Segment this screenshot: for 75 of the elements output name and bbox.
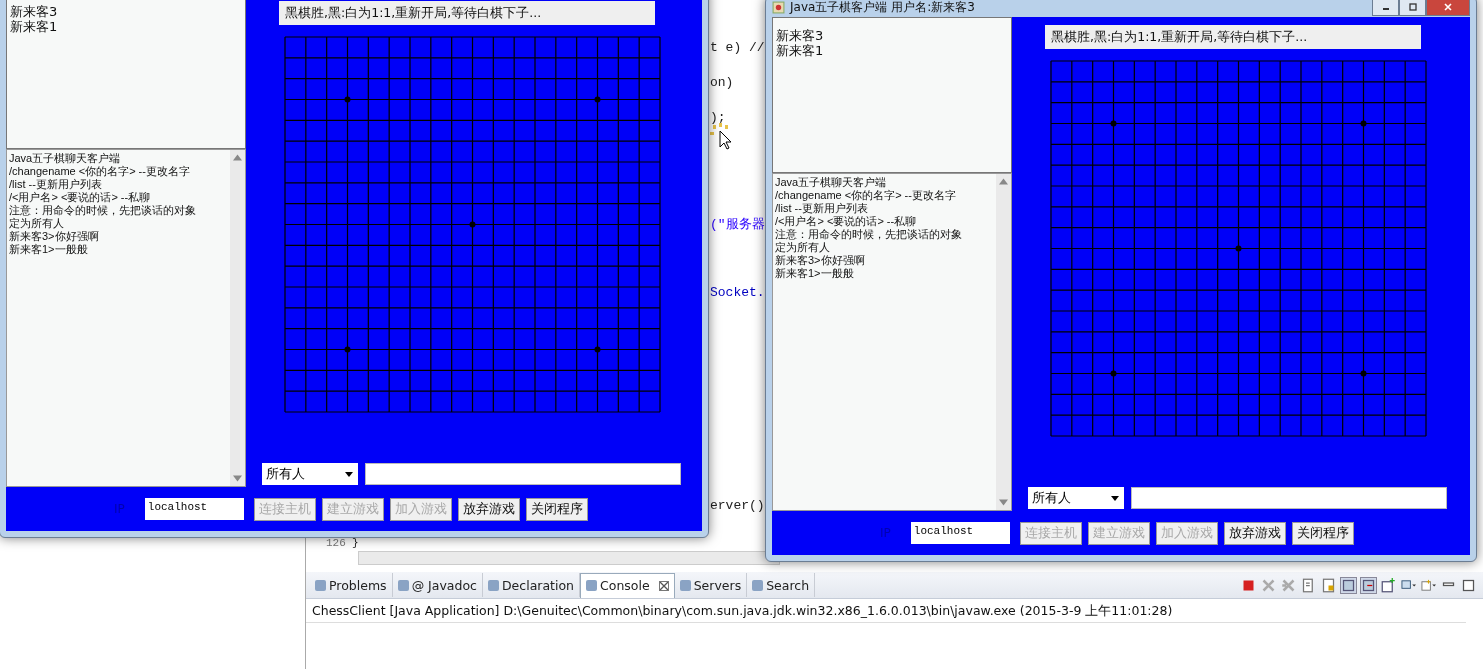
busy-cursor-icon [710, 123, 734, 151]
message-input[interactable] [1131, 487, 1447, 509]
user-list-item[interactable]: 新来客1 [10, 19, 242, 34]
remove-icon[interactable] [1261, 577, 1276, 593]
recipient-dropdown[interactable]: 所有人 [262, 463, 358, 485]
maximize-icon [1407, 2, 1418, 12]
vertical-scrollbar[interactable] [996, 174, 1011, 510]
user-list[interactable]: 新来客3 新来客1 [6, 0, 246, 149]
chat-message: Java五子棋聊天客户端 [9, 152, 122, 165]
close-icon [1443, 2, 1453, 12]
chat-message: /list --更新用户列表 [9, 178, 103, 191]
console-header: ChessClient [Java Application] D:\Genuitec\Common\binary\com.sun.java.jdk.win32.x86_1.6.0.013\bin\javaw.exe (2015-3-9 上午11:01:28) [311, 602, 1174, 620]
recipient-dropdown[interactable]: 所有人 [1028, 487, 1124, 509]
action-button[interactable]: 关闭程序 [525, 497, 588, 521]
chat-message: 新来客3>你好强啊 [775, 254, 866, 267]
code-line: erver() [710, 498, 765, 513]
user-list-item[interactable]: 新来客3 [776, 28, 1008, 43]
code-line: Socket. [710, 285, 765, 300]
user-list[interactable]: 新来客3 新来客1 [772, 17, 1012, 173]
status-message: 黑棋胜,黑:白为1:1,重新开局,等待白棋下子... [279, 1, 655, 25]
chat-message: 新来客1>一般般 [9, 243, 89, 256]
view-tab[interactable]: @ Javadoc [392, 573, 483, 597]
show-on-output-icon[interactable] [1361, 577, 1376, 593]
chat-message: /<用户名> <要说的话> --私聊 [9, 191, 152, 204]
chat-message: Java五子棋聊天客户端 [775, 176, 888, 189]
close-button[interactable] [1426, 0, 1470, 16]
ip-label: IP [880, 526, 891, 540]
code-line: } [352, 537, 359, 549]
pin-icon[interactable] [1341, 577, 1356, 593]
chat-area[interactable]: Java五子棋聊天客户端 /changename <你的名字> --更改名字 /list --更新用户列表 /<用户名> <要说的话> --私聊 注意：用命令的时候，先把谈话的对象定为所有人 新来客3>你好强啊 新来客1>一般般 [6, 149, 246, 487]
chat-area[interactable]: Java五子棋聊天客户端 /changename <你的名字> --更改名字 /list --更新用户列表 /<用户名> <要说的话> --私聊 注意：用命令的时候，先把谈话的对象定为所有人 新来客3>你好强啊 新来客1>一般般 [772, 173, 1012, 511]
app-icon [772, 0, 785, 14]
action-button[interactable]: 放弃游戏 [1223, 521, 1286, 545]
view-tab[interactable]: Servers [674, 573, 748, 597]
close-icon[interactable] [658, 580, 669, 591]
maximize-button[interactable] [1399, 0, 1426, 16]
code-line: t e) // [710, 40, 765, 55]
vertical-scrollbar[interactable] [230, 150, 245, 486]
new-window-icon[interactable] [1381, 577, 1396, 593]
scroll-lock-icon[interactable] [1321, 577, 1336, 593]
ip-label: IP [114, 502, 125, 516]
chat-message: /list --更新用户列表 [775, 202, 869, 215]
user-list-item[interactable]: 新来客1 [776, 43, 1008, 58]
view-tab[interactable]: Problems [310, 573, 393, 597]
gomoku-board[interactable] [284, 36, 661, 413]
user-list-item[interactable]: 新来客3 [10, 4, 242, 19]
chat-message: /<用户名> <要说的话> --私聊 [775, 215, 918, 228]
chat-message: 新来客3>你好强啊 [9, 230, 100, 243]
chat-message: 注意：用命令的时候，先把谈话的对象定为所有人 [775, 228, 963, 254]
ip-input[interactable]: localhost [910, 522, 1010, 544]
message-input[interactable] [365, 463, 681, 485]
maximize-icon[interactable] [1461, 577, 1476, 593]
chat-message: 新来客1>一般般 [775, 267, 855, 280]
line-number: 126 [326, 537, 346, 549]
action-button[interactable]: 放弃游戏 [457, 497, 520, 521]
window-title: Java五子棋客户端 用户名:新来客3 [790, 0, 975, 16]
chat-message: /changename <你的名字> --更改名字 [775, 189, 957, 202]
chat-message: /changename <你的名字> --更改名字 [9, 165, 191, 178]
ip-input[interactable]: localhost [144, 498, 244, 520]
status-message: 黑棋胜,黑:白为1:1,重新开局,等待白棋下子... [1045, 25, 1421, 49]
open-console-icon[interactable] [1421, 577, 1436, 593]
view-tab[interactable]: Console [580, 572, 675, 598]
remove-all-icon[interactable] [1281, 577, 1296, 593]
gomoku-board[interactable] [1050, 60, 1427, 437]
chat-message: 注意：用命令的时候，先把谈话的对象定为所有人 [9, 204, 197, 230]
code-line: ); [710, 110, 726, 125]
horizontal-scrollbar[interactable] [358, 551, 780, 565]
minimize-button[interactable] [1372, 0, 1399, 16]
code-line: on) [710, 75, 734, 90]
clear-console-icon[interactable] [1301, 577, 1316, 593]
action-button[interactable]: 关闭程序 [1291, 521, 1354, 545]
dropdown-caret-icon [344, 469, 354, 479]
dropdown-caret-icon [1110, 493, 1120, 503]
view-tab[interactable]: Search [747, 573, 816, 597]
code-line: ("服务器 [710, 216, 765, 233]
